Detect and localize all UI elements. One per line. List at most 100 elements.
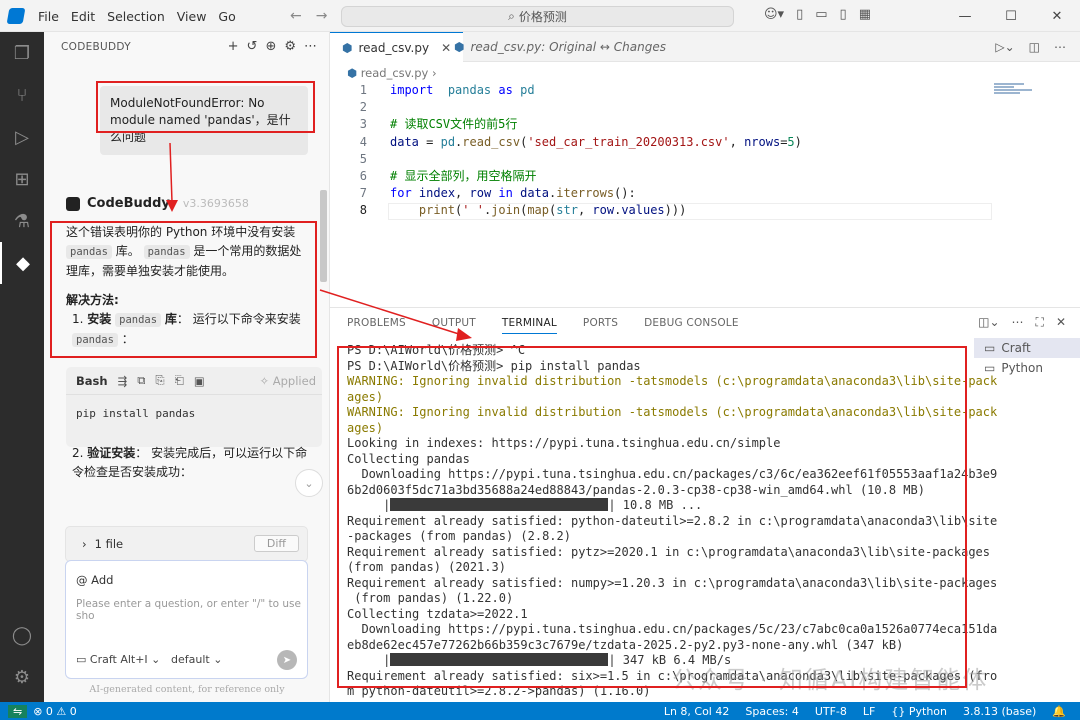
menu-go[interactable]: Go	[218, 9, 235, 24]
terminal-output[interactable]: PS D:\AIWorld\价格预测> ^C PS D:\AIWorld\价格预测…	[347, 343, 998, 700]
terminal-label: Python	[1001, 361, 1043, 375]
menu-file[interactable]: File	[38, 9, 59, 24]
close-panel-icon[interactable]: ✕	[1056, 315, 1066, 330]
language-mode[interactable]: {} Python	[891, 705, 947, 718]
inline-code: pandas	[72, 333, 118, 347]
python-file-icon: ⬢	[347, 66, 358, 80]
assistant-answer: 这个错误表明你的 Python 环境中没有安装 pandas 库。 pandas…	[66, 223, 312, 350]
run-debug-icon[interactable]: ▷	[0, 116, 44, 158]
testing-flask-icon[interactable]: ⚗	[0, 200, 44, 242]
source-control-icon[interactable]: ⑂	[0, 74, 44, 116]
assistant-name: CodeBuddy	[87, 196, 170, 211]
diff-button[interactable]: Diff	[253, 535, 299, 552]
line-ending[interactable]: LF	[863, 705, 875, 718]
close-window-icon[interactable]: ✕	[1034, 0, 1080, 32]
sidebar-scrollbar[interactable]	[320, 190, 327, 282]
layout-sidebar-icon[interactable]: ▯	[796, 7, 803, 22]
inline-code: pandas	[66, 245, 112, 259]
customize-layout-icon[interactable]: ▦	[859, 7, 871, 22]
terminal-item-python[interactable]: ▭ Python	[974, 358, 1080, 378]
disclaimer: AI-generated content, for reference only	[89, 684, 285, 695]
terminal-line: | | 10.8 MB ...	[347, 498, 703, 512]
menu-view[interactable]: View	[177, 9, 207, 24]
minimap[interactable]	[994, 83, 1044, 95]
forward-arrow-icon[interactable]: →	[316, 8, 328, 24]
line-number: 7	[359, 186, 367, 201]
explorer-icon[interactable]: ❐	[0, 32, 44, 74]
terminal-line: eb8de62ec457e77262b66b359c3c7679e/tzdata…	[347, 637, 904, 652]
more-actions-icon[interactable]: ⋯	[1054, 40, 1066, 54]
encoding[interactable]: UTF-8	[815, 705, 847, 718]
target-icon[interactable]: ⊕	[265, 39, 276, 54]
notifications-icon[interactable]: 🔔	[1052, 705, 1066, 718]
line-number: 4	[359, 134, 367, 149]
code-editor[interactable]: 1 import pandas as pd 2 3 # 读取CSV文件的前5行 4 data…	[330, 82, 1080, 307]
tab-terminal[interactable]: TERMINAL	[501, 317, 557, 334]
back-arrow-icon[interactable]: ←	[290, 8, 302, 24]
run-terminal-icon[interactable]: ▣	[194, 374, 205, 388]
copilot-icon[interactable]: ☺▾	[764, 7, 784, 22]
history-icon[interactable]: ↺	[247, 39, 258, 54]
insert-file-icon[interactable]: ⎘	[155, 373, 164, 388]
changed-files-bar[interactable]: › 1 file Diff	[65, 526, 308, 562]
more-icon[interactable]: ⋯	[1012, 315, 1024, 330]
problems-status[interactable]: ⊗ 0 ⚠ 0	[33, 705, 77, 718]
layout-secondary-icon[interactable]: ▯	[840, 7, 847, 22]
codebuddy-icon[interactable]: ◆	[0, 242, 44, 284]
scroll-down-button[interactable]: ⌄	[295, 469, 323, 497]
assistant-version: v3.3693658	[182, 197, 249, 210]
add-context-button[interactable]: @ Add	[76, 573, 113, 587]
code-content: pip install pandas	[76, 407, 196, 420]
run-icon[interactable]: ▷⌄	[995, 40, 1014, 54]
model-selector[interactable]: default ⌄	[171, 653, 222, 666]
new-file-icon[interactable]: ⎗	[175, 373, 184, 388]
chat-input-box[interactable]: @ Add Please enter a question, or enter …	[65, 560, 308, 679]
tab-diff[interactable]: ⬢ read_csv.py: Original ↔ Changes	[442, 32, 678, 62]
split-terminal-icon[interactable]: ◫⌄	[978, 315, 999, 330]
cursor-position[interactable]: Ln 8, Col 42	[664, 705, 730, 718]
terminal-item-craft[interactable]: ▭ Craft	[974, 338, 1080, 358]
send-button[interactable]: ➤	[277, 650, 297, 670]
account-icon[interactable]: ◯	[0, 614, 44, 656]
settings-gear-icon[interactable]: ⚙	[0, 656, 44, 698]
remote-icon[interactable]: ⇋	[8, 704, 28, 718]
applied-button[interactable]: ✧ Applied	[259, 374, 316, 388]
extensions-icon[interactable]: ⊞	[0, 158, 44, 200]
minimize-icon[interactable]: —	[942, 0, 988, 32]
editor-tabs: ⬢ read_csv.py ✕ ⬢ read_csv.py: Original …	[330, 32, 1080, 62]
menu-selection[interactable]: Selection	[107, 9, 165, 24]
layout-panel-icon[interactable]: ▭	[815, 7, 827, 22]
tab-debug-console[interactable]: DEBUG CONSOLE	[644, 317, 739, 334]
terminal-label: Craft	[1001, 341, 1031, 355]
copy-icon[interactable]: ⧉	[137, 373, 145, 388]
new-chat-icon[interactable]: +	[228, 39, 239, 54]
split-editor-icon[interactable]: ◫	[1029, 40, 1040, 54]
maximize-panel-icon[interactable]: ⛶	[1036, 315, 1044, 330]
tab-ports[interactable]: PORTS	[583, 317, 618, 334]
maximize-icon[interactable]: ☐	[988, 0, 1034, 32]
line-number: 8	[359, 203, 367, 218]
tab-problems[interactable]: PROBLEMS	[347, 317, 406, 334]
menu-edit[interactable]: Edit	[71, 9, 95, 24]
line-number: 6	[359, 169, 367, 183]
terminal-line: Collecting pandas	[347, 451, 470, 466]
tab-output[interactable]: OUTPUT	[432, 317, 476, 334]
progress-bar	[390, 498, 609, 511]
terminal-icon: ▭	[984, 361, 996, 375]
tab-label: read_csv.py	[358, 40, 430, 55]
settings-icon[interactable]: ⚙	[284, 39, 296, 54]
activity-bar: ❐ ⑂ ▷ ⊞ ⚗ ◆ ◯ ⚙	[0, 32, 44, 702]
code-text: # 读取CSV文件的前5行	[390, 117, 518, 132]
command-search-box[interactable]: ⌕ 价格预测	[341, 6, 734, 27]
chat-input[interactable]: Please enter a question, or enter "/" to…	[76, 598, 307, 622]
indentation[interactable]: Spaces: 4	[745, 705, 798, 718]
terminal-line: WARNING: Ignoring invalid distribution -…	[347, 405, 998, 419]
insert-icon[interactable]: ⇶	[118, 374, 128, 388]
terminal-line: PS D:\AIWorld\价格预测> pip install pandas	[347, 358, 641, 373]
terminal-line: Requirement already satisfied: pytz>=202…	[347, 544, 990, 559]
progress-bar	[390, 653, 609, 666]
python-interpreter[interactable]: 3.8.13 (base)	[963, 705, 1036, 718]
breadcrumb[interactable]: ⬢ read_csv.py ›	[347, 66, 437, 80]
mode-selector[interactable]: ▭ Craft Alt+I ⌄	[76, 653, 160, 666]
more-icon[interactable]: ⋯	[304, 39, 317, 54]
